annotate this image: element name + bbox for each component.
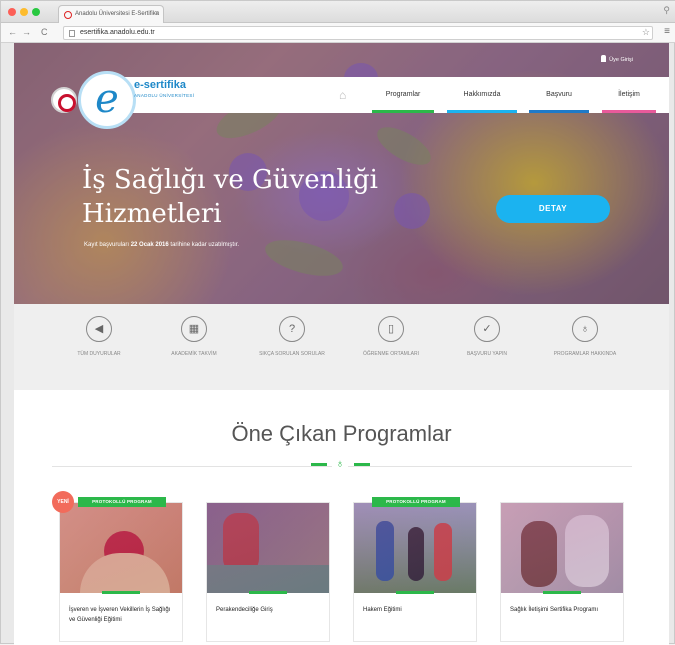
quick-link-label: SIKÇA SORULAN SORULAR <box>259 351 325 357</box>
card-accent <box>396 591 434 594</box>
nav-hakkimizda[interactable]: Hakkımızda <box>447 77 517 113</box>
nav-label: Hakkımızda <box>463 91 501 98</box>
program-card-image <box>60 503 182 593</box>
card-accent <box>102 591 140 594</box>
tab-title: Anadolu Üniversitesi E-Sertifika <box>75 11 160 17</box>
nav-label: Başvuru <box>546 91 572 98</box>
nav-basvuru[interactable]: Başvuru <box>529 77 589 113</box>
nav-underline <box>602 110 656 113</box>
hero-title: İş Sağlığı ve Güvenliği Hizmetleri <box>82 165 378 229</box>
hero-sub-date: 22 Ocak 2016 <box>130 242 169 248</box>
quick-link-label: TÜM DUYURULAR <box>77 351 121 357</box>
quick-link-programs[interactable]: ♁ PROGRAMLAR HAKKINDA <box>535 316 635 359</box>
quick-links-bar: ◀ TÜM DUYURULAR ▦ AKADEMİK TAKVİM ? SIKÇ… <box>14 304 669 390</box>
favicon-icon <box>64 11 72 19</box>
browser-menu-icon[interactable]: ≡ <box>664 26 670 37</box>
program-card[interactable]: Perakendeciliğe Giriş <box>206 502 330 642</box>
quick-link-learning[interactable]: ▯ ÖĞRENME ORTAMLARI <box>341 316 441 359</box>
back-icon[interactable]: ← <box>8 27 17 37</box>
quick-link-label: BAŞVURU YAPIN <box>466 351 508 357</box>
university-seal-icon <box>51 87 77 113</box>
image-tint <box>501 503 623 593</box>
forward-icon[interactable]: → <box>22 27 31 37</box>
quick-link-label: AKADEMİK TAKVİM <box>171 351 217 357</box>
main-navbar: ⌂ Programlar Hakkımızda Başvuru İletişim <box>118 77 669 113</box>
login-label: Üye Girişi <box>609 57 633 63</box>
protocol-badge: PROTOKOLLÜ PROGRAM <box>372 497 460 507</box>
nav-iletisim[interactable]: İletişim <box>602 77 656 113</box>
program-title: Perakendeciliğe Giriş <box>216 607 273 613</box>
featured-programs: Öne Çıkan Programlar ♁ PROTOKOLLÜ PROGRA… <box>14 390 669 645</box>
program-card-image <box>354 503 476 593</box>
megaphone-icon: ◀ <box>86 316 112 342</box>
program-card[interactable]: PROTOKOLLÜ PROGRAM YENİ İşveren ve İşver… <box>52 491 183 642</box>
profile-icon[interactable]: ⚲ <box>663 5 670 16</box>
hero-sub-pre: Kayıt başvuruları <box>84 242 131 248</box>
image-tint <box>207 503 329 593</box>
logo-subtext: ANADOLU ÜNİVERSİTESİ <box>134 93 195 98</box>
tab-close-icon[interactable]: × <box>155 10 159 17</box>
nav-programlar[interactable]: Programlar <box>372 77 434 113</box>
nav-label: Programlar <box>385 91 421 98</box>
quick-link-announcements[interactable]: ◀ TÜM DUYURULAR <box>49 316 149 359</box>
question-icon: ? <box>279 316 305 342</box>
protocol-badge: PROTOKOLLÜ PROGRAM <box>78 497 166 507</box>
quick-link-label: ÖĞRENME ORTAMLARI <box>363 351 419 357</box>
browser-titlebar: Anadolu Üniversitesi E-Sertifika × ⚲ <box>1 1 675 23</box>
browser-window: Anadolu Üniversitesi E-Sertifika × ⚲ ← →… <box>0 0 675 645</box>
page-icon <box>69 30 75 37</box>
browser-tab[interactable]: Anadolu Üniversitesi E-Sertifika × <box>58 5 164 23</box>
hero-subtitle: Kayıt başvuruları 22 Ocak 2016 tarihine … <box>84 242 239 248</box>
program-card[interactable]: PROTOKOLLÜ PROGRAM Hakem Eğitimi <box>353 497 477 642</box>
address-bar[interactable]: esertifika.anadolu.edu.tr <box>63 26 653 40</box>
hero-banner: Üye Girişi ⌂ Programlar Hakkımızda Başvu… <box>14 43 669 304</box>
minimize-window-button[interactable] <box>20 8 28 16</box>
calendar-icon: ▦ <box>181 316 207 342</box>
program-card-image <box>207 503 329 593</box>
card-accent <box>543 591 581 594</box>
nav-underline <box>447 110 517 113</box>
browser-toolbar: ← → C esertifika.anadolu.edu.tr ☆ ≡ <box>1 23 675 43</box>
url-text: esertifika.anadolu.edu.tr <box>80 29 155 36</box>
quick-link-apply[interactable]: ✓ BAŞVURU YAPIN <box>437 316 537 359</box>
image-tint <box>60 503 182 593</box>
new-badge: YENİ <box>52 491 74 513</box>
maximize-window-button[interactable] <box>32 8 40 16</box>
logo-text: e-sertifika <box>134 79 186 91</box>
program-card-image <box>501 503 623 593</box>
quick-link-label: PROGRAMLAR HAKKINDA <box>553 351 617 357</box>
nav-label: İletişim <box>618 91 640 98</box>
device-icon: ▯ <box>378 316 404 342</box>
program-card[interactable]: Sağlık İletişimi Sertifika Programı <box>500 502 624 642</box>
site-logo[interactable]: e e-sertifika ANADOLU ÜNİVERSİTESİ <box>46 63 196 129</box>
user-icon <box>601 55 607 62</box>
divider-accent <box>311 463 327 466</box>
ribbon-icon: ♁ <box>332 456 348 472</box>
quick-link-faq[interactable]: ? SIKÇA SORULAN SORULAR <box>242 316 342 359</box>
medal-icon: ♁ <box>572 316 598 342</box>
image-tint <box>354 503 476 593</box>
hero-sub-post: tarihine kadar uzatılmıştır. <box>168 242 240 248</box>
program-title: Hakem Eğitimi <box>363 607 402 613</box>
home-icon[interactable]: ⌂ <box>339 88 346 102</box>
program-title: İşveren ve İşveren Vekillerin İş Sağlığı… <box>69 607 171 623</box>
section-title: Öne Çıkan Programlar <box>231 421 452 446</box>
close-window-button[interactable] <box>8 8 16 16</box>
nav-underline <box>529 110 589 113</box>
card-accent <box>249 591 287 594</box>
bookmark-star-icon[interactable]: ☆ <box>642 27 650 38</box>
program-title: Sağlık İletişimi Sertifika Programı <box>510 607 599 613</box>
reload-icon[interactable]: C <box>41 27 48 37</box>
e-sertifika-logo-mark: e <box>78 71 136 129</box>
login-link[interactable]: Üye Girişi <box>601 55 633 63</box>
nav-underline <box>372 110 434 113</box>
quick-link-calendar[interactable]: ▦ AKADEMİK TAKVİM <box>144 316 244 359</box>
check-icon: ✓ <box>474 316 500 342</box>
divider-accent <box>354 463 370 466</box>
detail-button[interactable]: DETAY <box>496 195 610 223</box>
